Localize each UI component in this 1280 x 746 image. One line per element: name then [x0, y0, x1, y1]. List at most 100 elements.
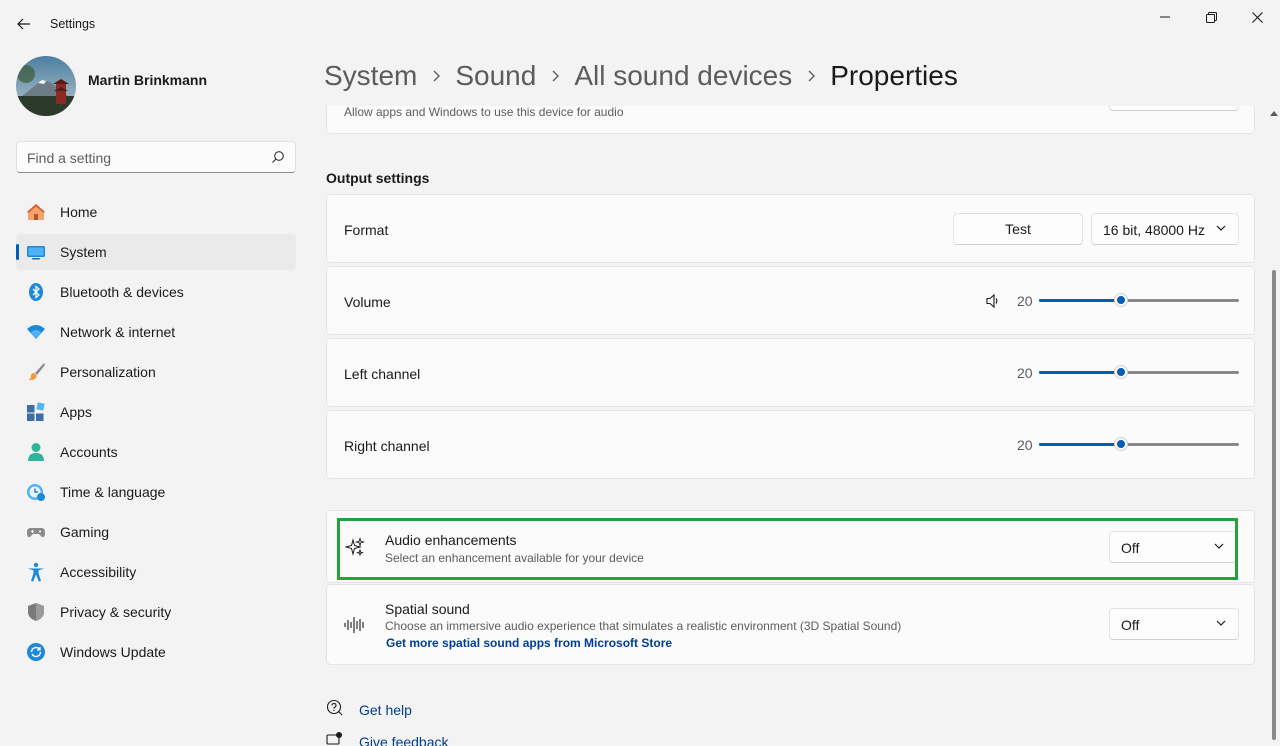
page-title: Properties — [830, 60, 958, 91]
get-help-link[interactable]: Get help — [359, 702, 412, 718]
chevron-right-icon — [417, 69, 455, 83]
slider-fill — [1039, 443, 1121, 446]
breadcrumb: System Sound All sound devices Propertie… — [324, 56, 958, 96]
right-channel-label: Right channel — [344, 438, 430, 454]
sidebar-item-privacy[interactable]: Privacy & security — [16, 594, 296, 630]
sidebar-item-accessibility[interactable]: Accessibility — [16, 554, 296, 590]
format-card: Format Test 16 bit, 48000 Hz — [326, 194, 1255, 263]
brush-icon — [26, 362, 46, 382]
slider-fill — [1039, 299, 1121, 302]
sidebar-item-network[interactable]: Network & internet — [16, 314, 296, 350]
user-profile[interactable]: Martin Brinkmann — [16, 56, 306, 116]
content-area: Allow apps and Windows to use this devic… — [324, 106, 1268, 746]
apps-icon — [26, 402, 46, 422]
sidebar-item-home[interactable]: Home — [16, 194, 296, 230]
restore-icon — [1205, 11, 1217, 23]
allow-audio-card: Allow apps and Windows to use this devic… — [326, 106, 1255, 134]
scrollbar-thumb[interactable] — [1272, 270, 1276, 740]
app-title: Settings — [50, 17, 96, 31]
spatial-sound-card: Spatial sound Choose an immersive audio … — [326, 584, 1255, 665]
minimize-icon — [1160, 16, 1170, 18]
right-channel-value: 20 — [1017, 437, 1033, 453]
breadcrumb-sound[interactable]: Sound — [455, 60, 536, 92]
format-label: Format — [344, 222, 389, 238]
format-value: 16 bit, 48000 Hz — [1103, 222, 1205, 238]
sidebar-item-label: Gaming — [60, 524, 110, 540]
sidebar-nav: Home System Bluetooth & devices Network … — [16, 194, 296, 674]
chevron-right-icon — [792, 69, 830, 83]
search-input[interactable] — [27, 148, 257, 168]
highlight-box — [337, 518, 1238, 580]
help-icon — [326, 699, 343, 716]
back-button[interactable] — [10, 12, 38, 36]
system-icon — [26, 242, 46, 262]
sidebar-item-label: Time & language — [60, 484, 166, 500]
sidebar-item-label: Personalization — [60, 364, 156, 380]
bluetooth-icon — [26, 282, 46, 302]
sound-wave-icon — [344, 617, 364, 633]
gamepad-icon — [26, 522, 46, 542]
scroll-up-arrow-icon[interactable] — [1270, 110, 1278, 116]
slider-thumb[interactable] — [1114, 365, 1128, 379]
sidebar-item-label: Network & internet — [60, 324, 176, 340]
back-arrow-icon — [17, 18, 30, 30]
output-settings-heading: Output settings — [326, 170, 430, 186]
allow-audio-description: Allow apps and Windows to use this devic… — [344, 106, 624, 119]
sidebar-item-label: Accounts — [60, 444, 118, 460]
left-channel-card: Left channel 20 — [326, 338, 1255, 407]
sidebar-item-system[interactable]: System — [16, 234, 296, 270]
left-channel-value: 20 — [1017, 365, 1033, 381]
spatial-sound-description: Choose an immersive audio experience tha… — [385, 619, 902, 633]
accounts-icon — [26, 442, 46, 462]
breadcrumb-system[interactable]: System — [324, 60, 417, 92]
slider-fill — [1039, 371, 1121, 374]
title-bar: Settings — [0, 0, 1280, 48]
breadcrumb-all-sound-devices[interactable]: All sound devices — [574, 60, 792, 92]
sidebar-item-label: Bluetooth & devices — [60, 284, 184, 300]
left-channel-label: Left channel — [344, 366, 421, 382]
sidebar-item-time-language[interactable]: Time & language — [16, 474, 296, 510]
sidebar-item-label: Windows Update — [60, 644, 166, 660]
slider-thumb[interactable] — [1114, 437, 1128, 451]
microsoft-store-link[interactable]: Get more spatial sound apps from Microso… — [386, 636, 672, 650]
sidebar-item-label: Accessibility — [60, 564, 137, 580]
chevron-down-icon — [1216, 620, 1226, 626]
volume-slider[interactable] — [1039, 290, 1239, 310]
update-icon — [26, 642, 46, 662]
feedback-icon — [326, 732, 342, 745]
spatial-sound-value: Off — [1121, 617, 1140, 633]
restore-button[interactable] — [1188, 4, 1234, 30]
wifi-icon — [26, 322, 46, 342]
allow-audio-button[interactable] — [1109, 106, 1239, 111]
sidebar-item-windows-update[interactable]: Windows Update — [16, 634, 296, 670]
sidebar-item-bluetooth[interactable]: Bluetooth & devices — [16, 274, 296, 310]
volume-label: Volume — [344, 294, 391, 310]
search-icon[interactable] — [271, 150, 285, 164]
right-channel-slider[interactable] — [1039, 434, 1239, 454]
shield-icon — [26, 602, 46, 622]
sidebar-item-label: Apps — [60, 404, 92, 420]
clock-globe-icon — [26, 482, 46, 502]
left-channel-slider[interactable] — [1039, 362, 1239, 382]
sidebar-item-label: Home — [60, 204, 98, 220]
minimize-button[interactable] — [1142, 4, 1188, 30]
sidebar-item-label: Privacy & security — [60, 604, 172, 620]
test-button[interactable]: Test — [953, 213, 1083, 245]
spatial-sound-title: Spatial sound — [385, 601, 470, 617]
avatar — [16, 56, 76, 116]
format-dropdown[interactable]: 16 bit, 48000 Hz — [1091, 213, 1239, 245]
close-button[interactable] — [1234, 4, 1280, 30]
give-feedback-link[interactable]: Give feedback — [359, 734, 449, 746]
spatial-sound-dropdown[interactable]: Off — [1109, 608, 1239, 640]
sidebar-item-accounts[interactable]: Accounts — [16, 434, 296, 470]
vertical-scrollbar[interactable] — [1268, 106, 1280, 746]
search-box[interactable] — [16, 141, 296, 173]
home-icon — [26, 202, 46, 222]
speaker-icon[interactable] — [985, 293, 1001, 309]
accessibility-icon — [26, 562, 46, 582]
volume-card: Volume 20 — [326, 266, 1255, 335]
slider-thumb[interactable] — [1114, 293, 1128, 307]
sidebar-item-personalization[interactable]: Personalization — [16, 354, 296, 390]
sidebar-item-apps[interactable]: Apps — [16, 394, 296, 430]
sidebar-item-gaming[interactable]: Gaming — [16, 514, 296, 550]
